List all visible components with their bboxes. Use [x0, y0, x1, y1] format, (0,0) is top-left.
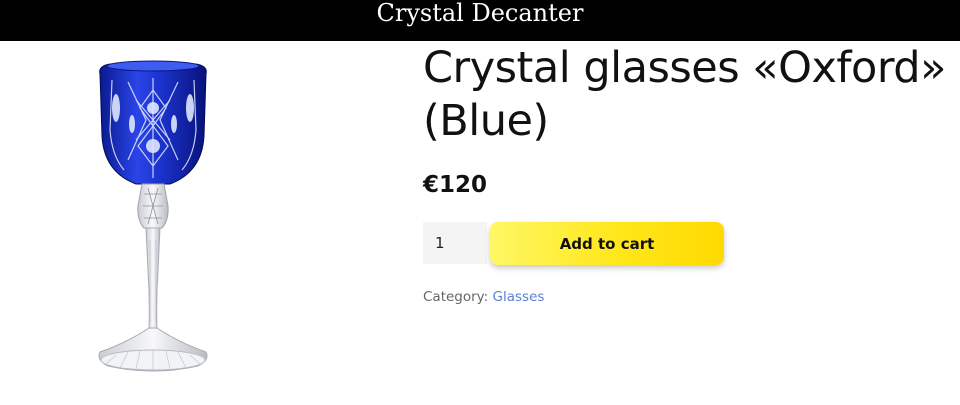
- product-price: €120: [423, 172, 488, 198]
- product-summary: Crystal glasses «Oxford» (Blue) €120 Add…: [423, 42, 958, 305]
- add-to-cart-form: Add to cart: [423, 222, 733, 268]
- crystal-glass-icon: [98, 60, 208, 372]
- product-meta: Category: Glasses: [423, 289, 544, 305]
- site-title-link[interactable]: Crystal Decanter: [377, 0, 584, 26]
- site-header: Crystal Decanter: [0, 0, 960, 41]
- category-link[interactable]: Glasses: [493, 289, 545, 305]
- category-label: Category:: [423, 289, 489, 305]
- add-to-cart-button[interactable]: Add to cart: [490, 222, 724, 265]
- quantity-input[interactable]: [423, 222, 487, 264]
- product-image[interactable]: [88, 60, 218, 382]
- product-title: Crystal glasses «Oxford» (Blue): [423, 43, 946, 146]
